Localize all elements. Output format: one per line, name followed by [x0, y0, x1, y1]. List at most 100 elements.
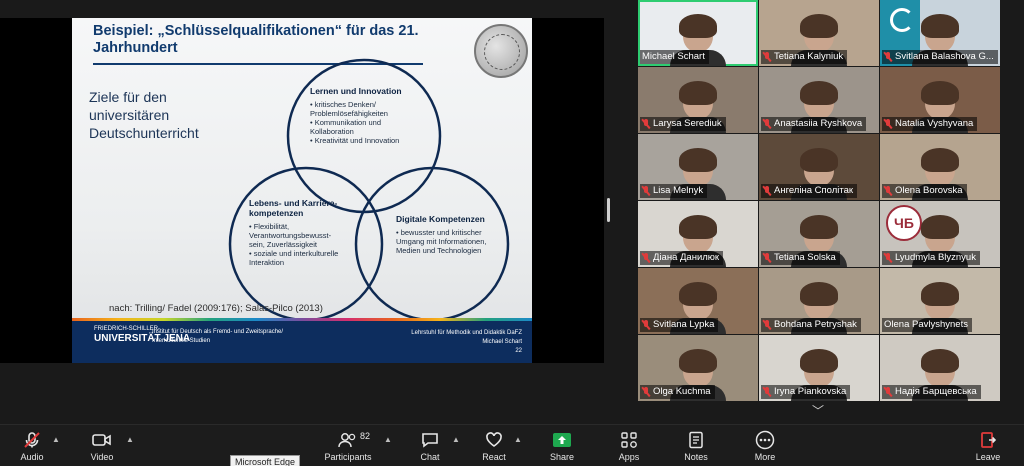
chair-name: Lehrstuhl für Methodik und Didaktik DaFZ	[411, 330, 522, 336]
participant-name-label: Tetiana Solska	[761, 251, 840, 265]
chat-icon	[402, 429, 458, 451]
more-label: More	[754, 452, 776, 462]
participant-tile[interactable]: Svitlana Balashova G...	[880, 0, 1000, 66]
participant-name: Iryna Piankovska	[774, 386, 847, 397]
participant-tile[interactable]: Anastasiia Ryshkova	[759, 67, 879, 133]
participant-name: Tetiana Solska	[774, 252, 836, 263]
mic-muted-icon	[763, 119, 771, 129]
mic-muted-icon	[642, 119, 650, 129]
react-label: React	[482, 452, 506, 462]
chat-label: Chat	[420, 452, 440, 462]
participant-name: Bohdana Petryshak	[774, 319, 857, 330]
participant-count: 82	[360, 431, 371, 441]
participant-video	[679, 215, 717, 253]
chair-info: Lehrstuhl für Methodik und Didaktik DaFZ…	[411, 329, 522, 356]
participant-tile[interactable]: Olena Borovska	[880, 134, 1000, 200]
more-dots-icon	[737, 429, 793, 451]
circle-digital-heading: Digitale Kompetenzen	[396, 214, 485, 224]
video-button[interactable]: Video	[74, 429, 130, 466]
chat-button[interactable]: Chat	[402, 429, 458, 466]
participant-tile[interactable]: Iryna Piankovska	[759, 335, 879, 401]
apps-button[interactable]: Apps	[601, 429, 657, 466]
participants-label: Participants	[324, 452, 372, 462]
video-options-chevron-icon[interactable]: ▲	[126, 435, 134, 444]
participant-tile[interactable]: Bohdana Petryshak	[759, 268, 879, 334]
participant-name: Natalia Vyshyvana	[895, 118, 974, 129]
audio-label: Audio	[20, 452, 44, 462]
university-emblem-logo: ЧБ	[886, 205, 922, 241]
mic-muted-icon	[884, 186, 892, 196]
participant-name-label: Larysa Serediuk	[640, 117, 726, 131]
participant-video	[679, 282, 717, 320]
participants-options-chevron-icon[interactable]: ▲	[384, 435, 392, 444]
more-button[interactable]: More	[737, 429, 793, 466]
share-button[interactable]: Share	[534, 429, 590, 466]
gallery-scroll-down-icon[interactable]: ﹀	[812, 402, 824, 419]
audio-options-chevron-icon[interactable]: ▲	[52, 435, 60, 444]
participant-name-label: Ангеліна Сполітак	[761, 184, 858, 198]
apps-icon	[601, 429, 657, 451]
participant-tile[interactable]: Olga Kuchma	[638, 335, 758, 401]
leave-door-icon	[960, 429, 1016, 451]
participant-name: Michael Schart	[642, 51, 705, 62]
participant-video	[800, 81, 838, 119]
participant-tile[interactable]: Tetiana Solska	[759, 201, 879, 267]
participant-name: Lyudmyla Blyznyuk	[895, 252, 976, 263]
leave-button[interactable]: Leave	[960, 429, 1016, 466]
participant-video	[800, 215, 838, 253]
circle-learning-bullet: • kritisches Denken/ Problemlösefähigkei…	[310, 100, 388, 118]
meeting-toolbar: Audio ▲ Video ▲ Participants 82 ▲ Chat ▲	[0, 424, 1024, 466]
mic-muted-icon	[884, 387, 892, 397]
participant-tile[interactable]: Svitlana Lypka	[638, 268, 758, 334]
participant-name-label: Bohdana Petryshak	[761, 318, 861, 332]
participant-tile[interactable]: Lisa Melnyk	[638, 134, 758, 200]
slide-number: 22	[515, 348, 522, 354]
participant-video	[800, 148, 838, 186]
participant-tile[interactable]: Olena Pavlyshynets	[880, 268, 1000, 334]
circle-learning-text: Lernen und Innovation • kritisches Denke…	[310, 86, 425, 145]
slide-footer: FRIEDRICH-SCHILLER- UNIVERSITÄT JENA Ins…	[72, 321, 532, 363]
participant-name: Tetiana Kalyniuk	[774, 51, 844, 62]
participant-name-label: Iryna Piankovska	[761, 385, 851, 399]
notes-icon	[668, 429, 724, 451]
venn-diagram	[228, 58, 510, 318]
participant-gallery: Michael Schart Tetiana Kalyniuk Svitlana B…	[638, 0, 1000, 401]
participant-name: Olena Borovska	[895, 185, 963, 196]
video-label: Video	[90, 452, 114, 462]
participant-tile[interactable]: Natalia Vyshyvana	[880, 67, 1000, 133]
participant-video	[921, 14, 959, 52]
participant-name-label: Lisa Melnyk	[640, 184, 708, 198]
taskbar-tooltip: Microsoft Edge	[230, 455, 301, 466]
video-camera-icon	[74, 429, 130, 451]
participant-video	[679, 349, 717, 387]
participant-name: Larysa Serediuk	[653, 118, 722, 129]
split-resize-handle[interactable]	[607, 198, 610, 222]
participant-video	[921, 215, 959, 253]
participant-name-label: Діана Данилюк	[640, 251, 724, 265]
participant-tile[interactable]: Michael Schart	[638, 0, 758, 66]
participant-tile[interactable]: Надія Барщевська	[880, 335, 1000, 401]
participant-tile[interactable]: ЧБ Lyudmyla Blyznyuk	[880, 201, 1000, 267]
mic-muted-icon	[763, 320, 771, 330]
presenter-name: Michael Schart	[482, 339, 522, 345]
notes-button[interactable]: Notes	[668, 429, 724, 466]
mic-muted-icon	[642, 320, 650, 330]
mic-muted-icon	[884, 253, 892, 263]
participant-name: Діана Данилюк	[653, 252, 720, 263]
participant-name-label: Svitlana Balashova G...	[882, 50, 998, 64]
participant-video	[800, 282, 838, 320]
react-options-chevron-icon[interactable]: ▲	[514, 435, 522, 444]
participant-tile[interactable]: Діана Данилюк	[638, 201, 758, 267]
mic-muted-icon	[642, 387, 650, 397]
participant-tile[interactable]: Ангеліна Сполітак	[759, 134, 879, 200]
shared-screen[interactable]: Beispiel: „Schlüsselqualifikationen“ für…	[0, 18, 604, 363]
mic-muted-icon	[763, 186, 771, 196]
university-small-text: FRIEDRICH-SCHILLER-	[94, 326, 161, 332]
notes-label: Notes	[684, 452, 708, 462]
participant-video	[921, 349, 959, 387]
participant-tile[interactable]: Larysa Serediuk	[638, 67, 758, 133]
participant-video	[921, 81, 959, 119]
circle-life-career-heading: Lebens- und Karriere-kompetenzen	[249, 198, 338, 218]
chat-options-chevron-icon[interactable]: ▲	[452, 435, 460, 444]
participant-tile[interactable]: Tetiana Kalyniuk	[759, 0, 879, 66]
